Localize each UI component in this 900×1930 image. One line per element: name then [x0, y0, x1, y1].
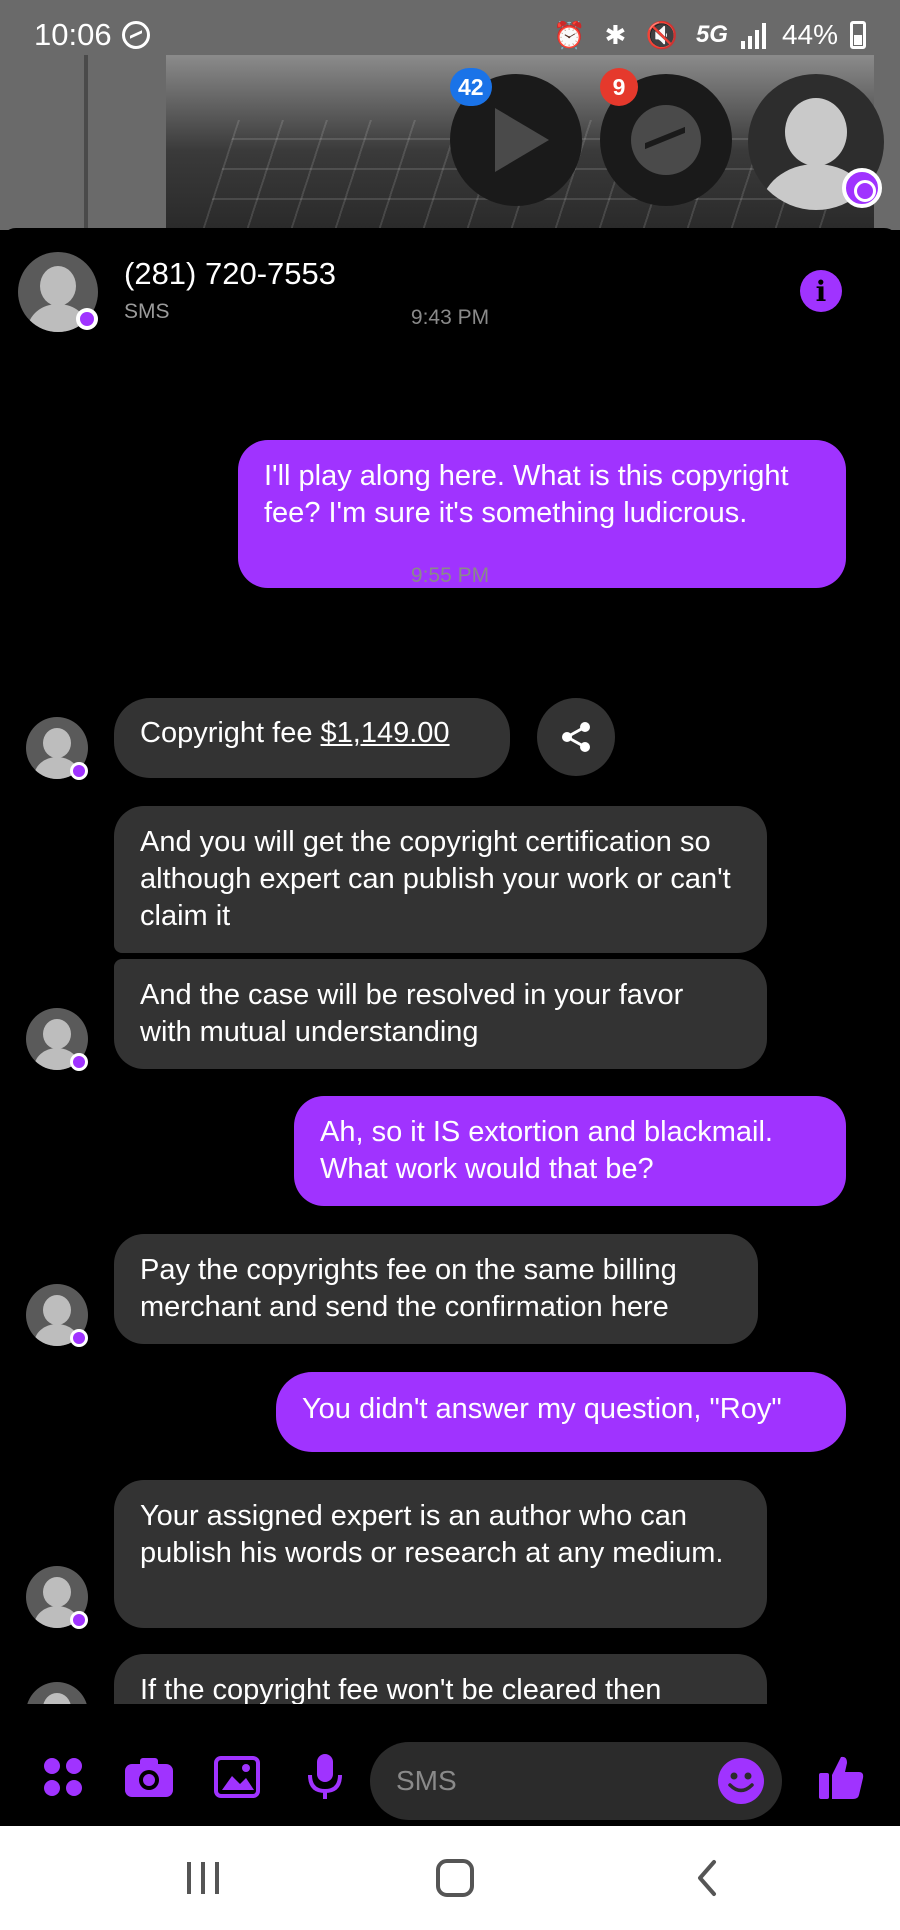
outgoing-message[interactable]: You didn't answer my question, "Roy" — [276, 1372, 846, 1452]
system-navigation-bar — [0, 1826, 900, 1930]
system-icons: ⏰ ✱ 🔇 — [552, 19, 684, 50]
back-button[interactable] — [682, 1852, 732, 1904]
chat-panel: (281) 720-7553 SMS i 9:43 PM I'll play a… — [0, 228, 900, 1826]
status-icons: ⏰ ✱ 🔇 5G 44% — [553, 19, 866, 51]
messenger-indicator-icon — [842, 168, 882, 208]
contact-name[interactable]: (281) 720-7553 — [124, 256, 336, 292]
play-icon — [495, 108, 549, 172]
messenger-indicator-icon — [70, 1053, 88, 1071]
share-icon — [562, 722, 590, 752]
incoming-message[interactable]: Your assigned expert is an author who ca… — [114, 1480, 767, 1628]
home-button[interactable] — [430, 1852, 480, 1904]
home-icon — [436, 1859, 474, 1897]
outgoing-message[interactable]: Ah, so it IS extortion and blackmail. Wh… — [294, 1096, 846, 1206]
emoji-icon[interactable] — [718, 1758, 764, 1804]
status-bar: 10:06 ⏰ ✱ 🔇 5G 44% — [0, 0, 900, 70]
messenger-indicator-icon — [70, 1611, 88, 1629]
sender-avatar[interactable] — [26, 1682, 88, 1704]
background-divider — [84, 55, 88, 230]
share-button[interactable] — [537, 698, 615, 776]
messenger-badge: 9 — [600, 68, 638, 106]
apps-icon[interactable] — [38, 1752, 88, 1802]
microphone-icon[interactable] — [300, 1752, 350, 1802]
gallery-icon[interactable] — [212, 1752, 262, 1802]
recent-apps-button[interactable] — [178, 1852, 228, 1904]
messenger-icon — [631, 105, 701, 175]
incoming-message[interactable]: And you will get the copyright certifica… — [114, 806, 767, 953]
incoming-message[interactable]: If the copyright fee won't be cleared th… — [114, 1654, 767, 1704]
messenger-indicator-icon — [70, 1329, 88, 1347]
amount-link[interactable]: $1,149.00 — [321, 717, 450, 749]
network-type: 5G — [695, 21, 728, 48]
message-clip: If the copyright fee won't be cleared th… — [0, 1654, 900, 1704]
messenger-indicator-icon — [70, 762, 88, 780]
battery-icon — [850, 21, 866, 49]
timestamp: 9:43 PM — [410, 306, 490, 329]
messenger-notification-icon — [121, 21, 150, 49]
message-text: Copyright fee — [140, 717, 321, 749]
video-badge: 42 — [450, 68, 492, 106]
recent-apps-icon — [187, 1862, 219, 1894]
incoming-message[interactable]: Copyright fee $1,149.00 — [114, 698, 510, 778]
back-icon — [698, 1860, 716, 1896]
incoming-message[interactable]: Pay the copyrights fee on the same billi… — [114, 1234, 758, 1344]
signal-icon — [740, 23, 766, 49]
incoming-message[interactable]: And the case will be resolved in your fa… — [114, 959, 767, 1069]
status-time: 10:06 — [34, 17, 112, 52]
camera-icon[interactable] — [124, 1752, 174, 1802]
composer-bar — [0, 1724, 900, 1826]
thumbs-up-icon[interactable] — [816, 1752, 866, 1802]
timestamp: 9:55 PM — [410, 564, 490, 587]
battery-percent: 44% — [781, 19, 838, 50]
